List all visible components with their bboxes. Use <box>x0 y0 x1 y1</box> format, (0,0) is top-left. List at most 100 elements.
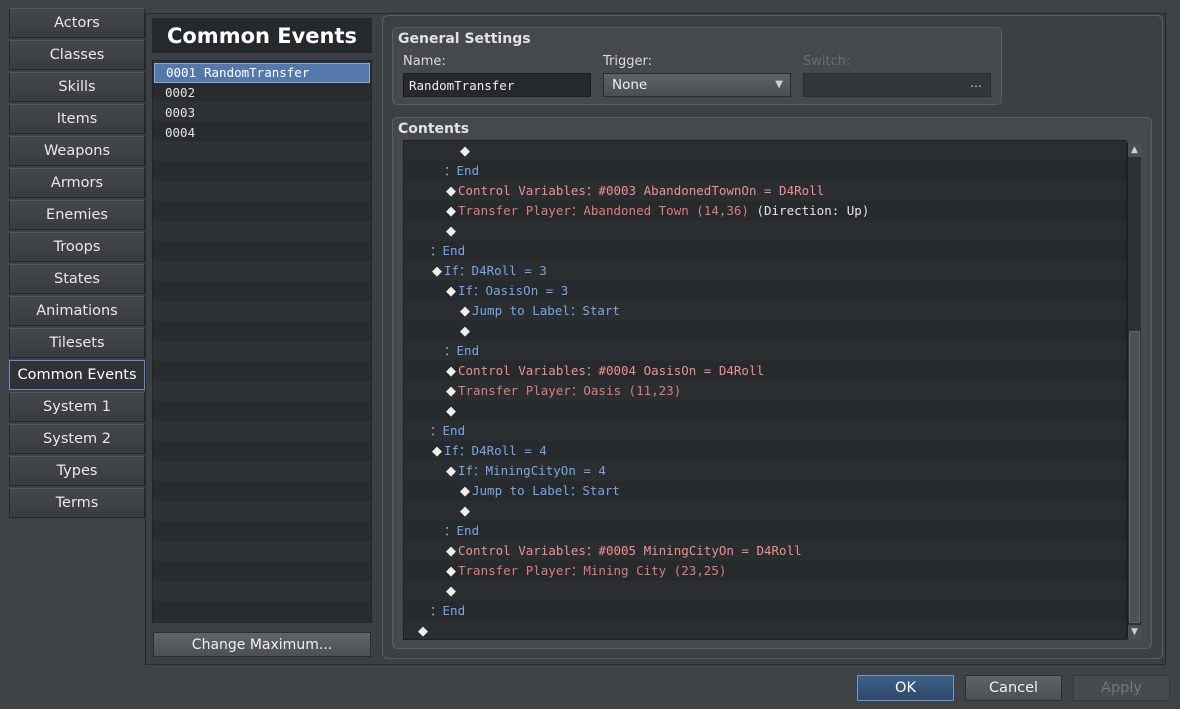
command-row[interactable]: ◆ Control Variables：#0004 OasisOn = D4Rol… <box>404 361 1126 381</box>
command-row[interactable]: ◆ <box>404 401 1126 421</box>
tab-troops[interactable]: Troops <box>9 232 145 262</box>
command-row[interactable]: ◆ Control Variables：#0005 MiningCityOn = … <box>404 541 1126 561</box>
command-text: If：OasisOn = 3 <box>458 283 569 298</box>
command-text: If：D4Roll = 4 <box>444 443 547 458</box>
command-row[interactable]: ◆ <box>404 221 1126 241</box>
diamond-icon: ◆ <box>460 324 470 339</box>
switch-field: … <box>803 73 991 97</box>
event-name: RandomTransfer <box>204 65 310 80</box>
command-row[interactable]: ◆ Jump to Label：Start <box>404 301 1126 321</box>
list-item[interactable]: 0002 <box>153 83 371 103</box>
diamond-icon: ◆ <box>446 224 456 239</box>
event-id: 0004 <box>165 125 196 140</box>
tab-weapons[interactable]: Weapons <box>9 136 145 166</box>
command-text: Control Variables：#0003 AbandonedTownOn … <box>458 183 825 198</box>
tab-system-1[interactable]: System 1 <box>9 392 145 422</box>
tab-animations[interactable]: Animations <box>9 296 145 326</box>
change-maximum-button[interactable]: Change Maximum... <box>153 632 371 657</box>
common-events-title: Common Events <box>152 18 372 53</box>
tab-types[interactable]: Types <box>9 456 145 486</box>
list-item[interactable]: 0003 <box>153 103 371 123</box>
apply-button: Apply <box>1073 675 1170 701</box>
command-row[interactable]: ◆ <box>404 581 1126 601</box>
tab-enemies[interactable]: Enemies <box>9 200 145 230</box>
diamond-icon: ◆ <box>432 264 442 279</box>
tab-items[interactable]: Items <box>9 104 145 134</box>
diamond-icon: ◆ <box>446 284 456 299</box>
tab-actors[interactable]: Actors <box>9 8 145 38</box>
command-row[interactable]: ◆ Transfer Player：Mining City (23,25) <box>404 561 1126 581</box>
tab-skills[interactable]: Skills <box>9 72 145 102</box>
command-row[interactable]: ：End <box>404 601 1126 621</box>
branch-colon: ： <box>444 343 457 358</box>
command-row[interactable]: ◆ Jump to Label：Start <box>404 481 1126 501</box>
event-id: 0003 <box>165 105 196 120</box>
diamond-icon: ◆ <box>446 544 456 559</box>
command-text: End <box>442 603 466 618</box>
contents-title: Contents <box>398 121 470 137</box>
trigger-select[interactable]: None ▼ <box>603 73 791 97</box>
command-text: End <box>442 243 466 258</box>
common-events-list[interactable]: 0001 RandomTransfer 0002 0003 0004 <box>152 60 372 623</box>
command-text: Transfer Player：Mining City (23,25) <box>458 563 727 578</box>
command-list[interactable]: ◆ ：End ◆ Control Variables：#0003 AbandonedT… <box>403 140 1127 640</box>
tab-classes[interactable]: Classes <box>9 40 145 70</box>
command-row[interactable]: ◆ If：D4Roll = 4 <box>404 441 1126 461</box>
branch-colon: ： <box>430 603 443 618</box>
tab-system-2[interactable]: System 2 <box>9 424 145 454</box>
ok-button[interactable]: OK <box>857 675 954 701</box>
list-item[interactable]: 0001 RandomTransfer <box>154 63 370 83</box>
command-text: Jump to Label：Start <box>472 303 620 318</box>
scroll-thumb[interactable] <box>1129 331 1140 623</box>
diamond-icon: ◆ <box>446 204 456 219</box>
command-text: End <box>442 423 466 438</box>
command-text: Transfer Player：Oasis (11,23) <box>458 383 682 398</box>
tab-common-events[interactable]: Common Events <box>9 360 145 390</box>
command-row[interactable]: ◆ <box>404 621 1126 639</box>
ellipsis-icon: … <box>970 76 982 90</box>
general-settings-title: General Settings <box>398 31 531 47</box>
branch-colon: ： <box>430 423 443 438</box>
event-id: 0001 <box>166 65 197 80</box>
command-row[interactable]: ◆ Control Variables：#0003 AbandonedTownOn… <box>404 181 1126 201</box>
command-row[interactable]: ◆ If：D4Roll = 3 <box>404 261 1126 281</box>
diamond-icon: ◆ <box>432 444 442 459</box>
diamond-icon: ◆ <box>446 464 456 479</box>
command-text: Transfer Player：Abandoned Town (14,36) <box>458 203 749 218</box>
command-row[interactable]: ◆ Transfer Player：Abandoned Town (14,36) … <box>404 201 1126 221</box>
command-row[interactable]: ◆ <box>404 321 1126 341</box>
tab-tilesets[interactable]: Tilesets <box>9 328 145 358</box>
command-row[interactable]: ◆ <box>404 501 1126 521</box>
command-row[interactable]: ◆ Transfer Player：Oasis (11,23) <box>404 381 1126 401</box>
cancel-button[interactable]: Cancel <box>965 675 1062 701</box>
list-item[interactable]: 0004 <box>153 123 371 143</box>
command-text: End <box>456 523 480 538</box>
diamond-icon: ◆ <box>446 564 456 579</box>
tab-armors[interactable]: Armors <box>9 168 145 198</box>
command-list-scrollbar[interactable]: ▲ ▼ <box>1127 143 1141 639</box>
branch-colon: ： <box>444 523 457 538</box>
command-text: If：MiningCityOn = 4 <box>458 463 606 478</box>
tab-states[interactable]: States <box>9 264 145 294</box>
event-id: 0002 <box>165 85 196 100</box>
diamond-icon: ◆ <box>460 304 470 319</box>
scroll-up-icon[interactable]: ▲ <box>1128 143 1141 157</box>
command-text: End <box>456 343 480 358</box>
command-row[interactable]: ：End <box>404 521 1126 541</box>
command-row[interactable]: ◆ <box>404 141 1126 161</box>
tab-terms[interactable]: Terms <box>9 488 145 518</box>
command-row[interactable]: ◆ If：MiningCityOn = 4 <box>404 461 1126 481</box>
command-row[interactable]: ：End <box>404 241 1126 261</box>
scroll-down-icon[interactable]: ▼ <box>1128 625 1141 639</box>
command-row[interactable]: ：End <box>404 161 1126 181</box>
diamond-icon: ◆ <box>446 584 456 599</box>
command-row[interactable]: ◆ If：OasisOn = 3 <box>404 281 1126 301</box>
command-row[interactable]: ：End <box>404 341 1126 361</box>
diamond-icon: ◆ <box>460 504 470 519</box>
command-text: Jump to Label：Start <box>472 483 620 498</box>
command-text: (Direction: Up) <box>748 203 870 218</box>
command-row[interactable]: ：End <box>404 421 1126 441</box>
name-input[interactable] <box>403 73 591 97</box>
switch-label: Switch: <box>803 54 851 69</box>
category-tabs: Actors Classes Skills Items Weapons Armors Ene… <box>9 8 145 520</box>
